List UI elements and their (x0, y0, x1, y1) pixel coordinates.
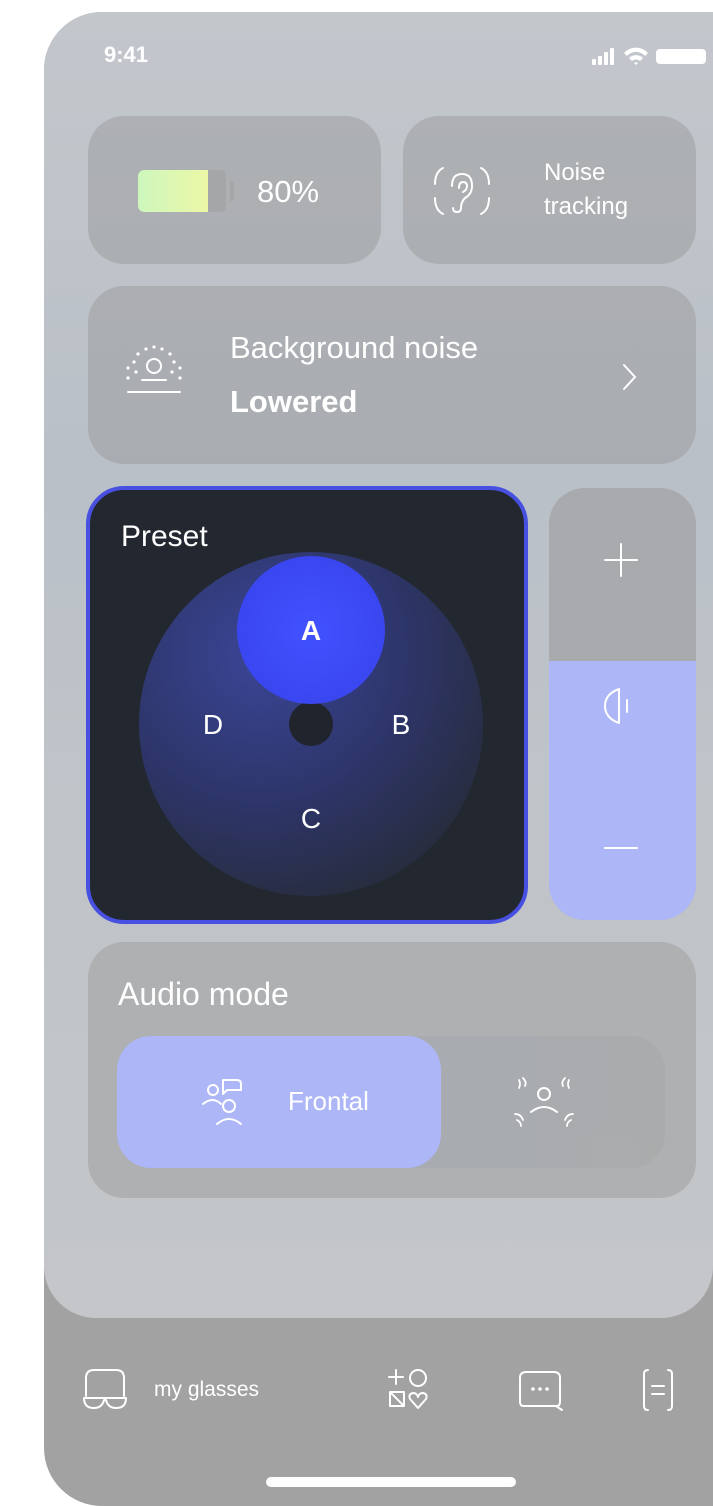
preset-option-c: C (301, 803, 321, 834)
noise-tracking-label: Noise tracking (544, 159, 629, 220)
home-indicator (266, 1477, 516, 1487)
wifi-icon (624, 47, 648, 65)
phone-frame: 9:41 80% Noise tracking Background noise… (44, 12, 713, 1506)
minus-icon[interactable] (601, 838, 641, 858)
preset-card[interactable]: Preset A B C D (86, 486, 528, 924)
audio-mode-frontal-label: Frontal (288, 1086, 369, 1116)
audio-mode-frontal-option[interactable]: Frontal (117, 1036, 441, 1168)
background-noise-tile[interactable]: Background noise Lowered (88, 286, 696, 464)
background-noise-value: Lowered (230, 384, 358, 419)
preset-option-b: B (392, 709, 411, 740)
control-screen: 9:41 80% Noise tracking Background noise… (44, 12, 713, 1318)
preset-option-a: A (301, 615, 321, 646)
chat-icon[interactable] (516, 1368, 564, 1412)
surround-speaker-icon[interactable] (509, 1070, 579, 1134)
ear-icon (434, 167, 490, 215)
person-noise-icon (126, 345, 182, 393)
preset-selector-dial[interactable]: A B C D (90, 490, 524, 920)
chevron-right-icon (623, 364, 637, 390)
battery-tip (230, 181, 234, 201)
add-shapes-icon[interactable] (384, 1366, 432, 1414)
audio-mode-segmented-control: Frontal (117, 1036, 665, 1168)
battery-percentage: 80% (257, 174, 320, 209)
document-icon[interactable] (640, 1366, 676, 1414)
glasses-icon[interactable] (80, 1366, 130, 1412)
status-icons (592, 47, 706, 65)
noise-tracking-tile[interactable]: Noise tracking (403, 116, 696, 264)
battery-level-fill (138, 170, 209, 212)
speaker-icon (604, 688, 628, 724)
frontal-speaker-icon (202, 1079, 242, 1125)
audio-mode-title: Audio mode (118, 976, 289, 1012)
preset-option-d: D (203, 709, 223, 740)
volume-slider[interactable] (549, 488, 696, 920)
battery-gauge-icon (138, 170, 226, 212)
cellular-signal-icon (592, 48, 614, 65)
nav-my-glasses-label[interactable]: my glasses (154, 1378, 259, 1402)
preset-dial-center (289, 702, 333, 746)
battery-tile: 80% (88, 116, 381, 264)
background-noise-title: Background noise (230, 330, 479, 365)
status-time: 9:41 (104, 42, 149, 67)
audio-mode-tile: Audio mode Frontal (88, 942, 696, 1198)
plus-icon[interactable] (601, 540, 641, 580)
battery-icon (656, 49, 706, 64)
